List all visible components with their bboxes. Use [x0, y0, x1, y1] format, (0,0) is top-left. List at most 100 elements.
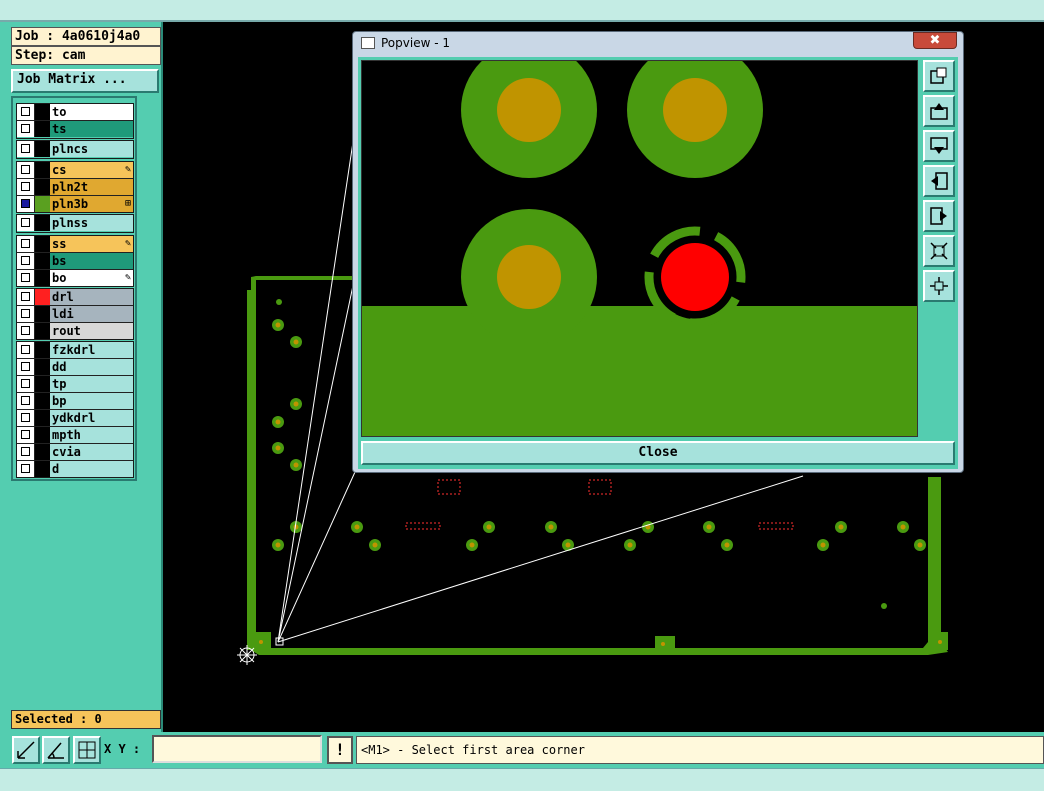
layer-color-swatch[interactable]: [35, 162, 50, 178]
layer-color-swatch[interactable]: [35, 342, 50, 358]
layer-row-d[interactable]: d: [17, 461, 133, 477]
layer-row-cvia[interactable]: cvia: [17, 444, 133, 461]
layer-checkbox[interactable]: [17, 162, 35, 178]
layer-checkbox[interactable]: [17, 104, 35, 120]
layer-color-swatch[interactable]: [35, 289, 50, 305]
layer-name[interactable]: fzkdrl: [50, 342, 133, 358]
layer-color-swatch[interactable]: [35, 215, 50, 231]
layer-color-swatch[interactable]: [35, 179, 50, 195]
layer-color-swatch[interactable]: [35, 393, 50, 409]
pan-left-icon[interactable]: [923, 165, 955, 197]
layer-row-bs[interactable]: bs: [17, 253, 133, 270]
layer-row-ts[interactable]: ts: [17, 121, 133, 137]
layer-color-swatch[interactable]: [35, 376, 50, 392]
layer-color-swatch[interactable]: [35, 104, 50, 120]
layer-row-mpth[interactable]: mpth: [17, 427, 133, 444]
layer-row-fzkdrl[interactable]: fzkdrl: [17, 342, 133, 359]
pan-down-icon[interactable]: [923, 130, 955, 162]
layer-name[interactable]: pln3b: [50, 196, 133, 212]
layer-name[interactable]: to: [50, 104, 133, 120]
layer-color-swatch[interactable]: [35, 141, 50, 157]
layer-name[interactable]: ldi: [50, 306, 133, 322]
layer-row-ss[interactable]: ss ✎: [17, 236, 133, 253]
layer-row-dd[interactable]: dd: [17, 359, 133, 376]
layer-row-tp[interactable]: tp: [17, 376, 133, 393]
measure-icon[interactable]: [12, 736, 40, 764]
layer-row-drl[interactable]: drl: [17, 289, 133, 306]
layer-checkbox[interactable]: [17, 121, 35, 137]
layer-name[interactable]: drl: [50, 289, 133, 305]
zoom-in-icon[interactable]: [923, 235, 955, 267]
layer-name[interactable]: ts: [50, 121, 133, 137]
layer-name[interactable]: tp: [50, 376, 133, 392]
zoom-out-icon[interactable]: [923, 270, 955, 302]
pan-right-icon[interactable]: [923, 200, 955, 232]
layer-checkbox[interactable]: [17, 179, 35, 195]
layer-checkbox[interactable]: [17, 253, 35, 269]
layer-row-bo[interactable]: bo ✎: [17, 270, 133, 286]
layer-color-swatch[interactable]: [35, 306, 50, 322]
layer-color-swatch[interactable]: [35, 253, 50, 269]
layer-checkbox[interactable]: [17, 270, 35, 286]
layer-checkbox[interactable]: [17, 196, 35, 212]
layer-name[interactable]: bp: [50, 393, 133, 409]
layer-row-ydkdrl[interactable]: ydkdrl: [17, 410, 133, 427]
layer-name[interactable]: plnss: [50, 215, 133, 231]
layer-row-bp[interactable]: bp: [17, 393, 133, 410]
layer-name[interactable]: bo: [50, 270, 133, 286]
layer-row-ldi[interactable]: ldi: [17, 306, 133, 323]
layer-checkbox[interactable]: [17, 141, 35, 157]
layer-checkbox[interactable]: [17, 323, 35, 339]
layer-row-plncs[interactable]: plncs: [17, 141, 133, 157]
layer-color-swatch[interactable]: [35, 196, 50, 212]
layer-color-swatch[interactable]: [35, 121, 50, 137]
layer-name[interactable]: rout: [50, 323, 133, 339]
layer-checkbox[interactable]: [17, 236, 35, 252]
layer-row-cs[interactable]: cs ✎: [17, 162, 133, 179]
popview-close-button[interactable]: Close: [361, 441, 955, 465]
layer-checkbox[interactable]: [17, 306, 35, 322]
layer-checkbox[interactable]: [17, 461, 35, 477]
layer-row-pln3b[interactable]: pln3b ⊞: [17, 196, 133, 212]
popview-canvas[interactable]: [361, 60, 918, 437]
close-icon[interactable]: ✖: [913, 32, 957, 49]
xy-coordinate-input[interactable]: [152, 735, 322, 763]
layer-color-swatch[interactable]: [35, 410, 50, 426]
layer-checkbox[interactable]: [17, 393, 35, 409]
layer-color-swatch[interactable]: [35, 270, 50, 286]
layer-color-swatch[interactable]: [35, 444, 50, 460]
pan-up-icon[interactable]: [923, 95, 955, 127]
angle-measure-icon[interactable]: [42, 736, 70, 764]
layer-color-swatch[interactable]: [35, 236, 50, 252]
layer-checkbox[interactable]: [17, 359, 35, 375]
layer-name[interactable]: pln2t: [50, 179, 133, 195]
layer-name[interactable]: mpth: [50, 427, 133, 443]
layer-color-swatch[interactable]: [35, 427, 50, 443]
job-matrix-button[interactable]: Job Matrix ...: [11, 69, 159, 93]
layer-name[interactable]: cvia: [50, 444, 133, 460]
layer-name[interactable]: ss: [50, 236, 133, 252]
layer-color-swatch[interactable]: [35, 461, 50, 477]
layer-checkbox[interactable]: [17, 427, 35, 443]
layer-row-pln2t[interactable]: pln2t: [17, 179, 133, 196]
layer-name[interactable]: cs: [50, 162, 133, 178]
layer-color-swatch[interactable]: [35, 359, 50, 375]
layer-name[interactable]: bs: [50, 253, 133, 269]
layer-name[interactable]: ydkdrl: [50, 410, 133, 426]
layer-row-rout[interactable]: rout: [17, 323, 133, 339]
layer-row-plnss[interactable]: plnss: [17, 215, 133, 231]
layer-checkbox[interactable]: [17, 215, 35, 231]
layer-checkbox[interactable]: [17, 410, 35, 426]
zoom-home-icon[interactable]: [923, 60, 955, 92]
layer-checkbox[interactable]: [17, 342, 35, 358]
layer-name[interactable]: plncs: [50, 141, 133, 157]
layer-checkbox[interactable]: [17, 376, 35, 392]
grid-snap-icon[interactable]: [73, 736, 101, 764]
layer-checkbox[interactable]: [17, 289, 35, 305]
layer-color-swatch[interactable]: [35, 323, 50, 339]
execute-button[interactable]: !: [327, 736, 353, 764]
layer-checkbox[interactable]: [17, 444, 35, 460]
layer-name[interactable]: dd: [50, 359, 133, 375]
layer-row-to[interactable]: to: [17, 104, 133, 121]
layer-name[interactable]: d: [50, 461, 133, 477]
